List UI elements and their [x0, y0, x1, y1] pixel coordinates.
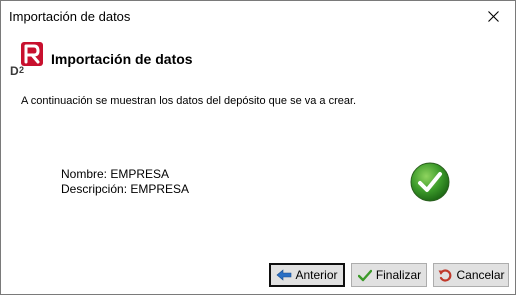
import-dialog: Importación de datos D 2 Importación de … [0, 0, 516, 295]
svg-text:D: D [10, 64, 19, 76]
dialog-heading: Importación de datos [51, 51, 193, 67]
green-checkmark-icon [410, 162, 450, 202]
repository-info: Nombre: EMPRESA Descripción: EMPRESA [61, 167, 189, 197]
back-button[interactable]: Anterior [269, 263, 345, 287]
intro-text: A continuación se muestran los datos del… [21, 95, 357, 107]
arrow-left-icon [276, 268, 292, 282]
description-line: Descripción: EMPRESA [61, 182, 190, 196]
title-bar: Importación de datos [1, 1, 515, 32]
undo-icon [437, 268, 453, 282]
close-button[interactable] [471, 1, 515, 32]
check-icon [357, 268, 373, 282]
svg-text:2: 2 [19, 65, 24, 75]
name-line: Nombre: EMPRESA [61, 167, 170, 181]
dialog-header: D 2 Importación de datos [1, 32, 515, 86]
back-button-label: Anterior [295, 268, 338, 282]
close-icon [487, 11, 499, 22]
cancel-button[interactable]: Cancelar [433, 263, 509, 287]
d2-logo-icon: D 2 [10, 42, 43, 76]
finish-button-label: Finalizar [375, 268, 422, 282]
finish-button[interactable]: Finalizar [351, 263, 427, 287]
window-title: Importación de datos [9, 9, 131, 24]
cancel-button-label: Cancelar [456, 268, 505, 282]
